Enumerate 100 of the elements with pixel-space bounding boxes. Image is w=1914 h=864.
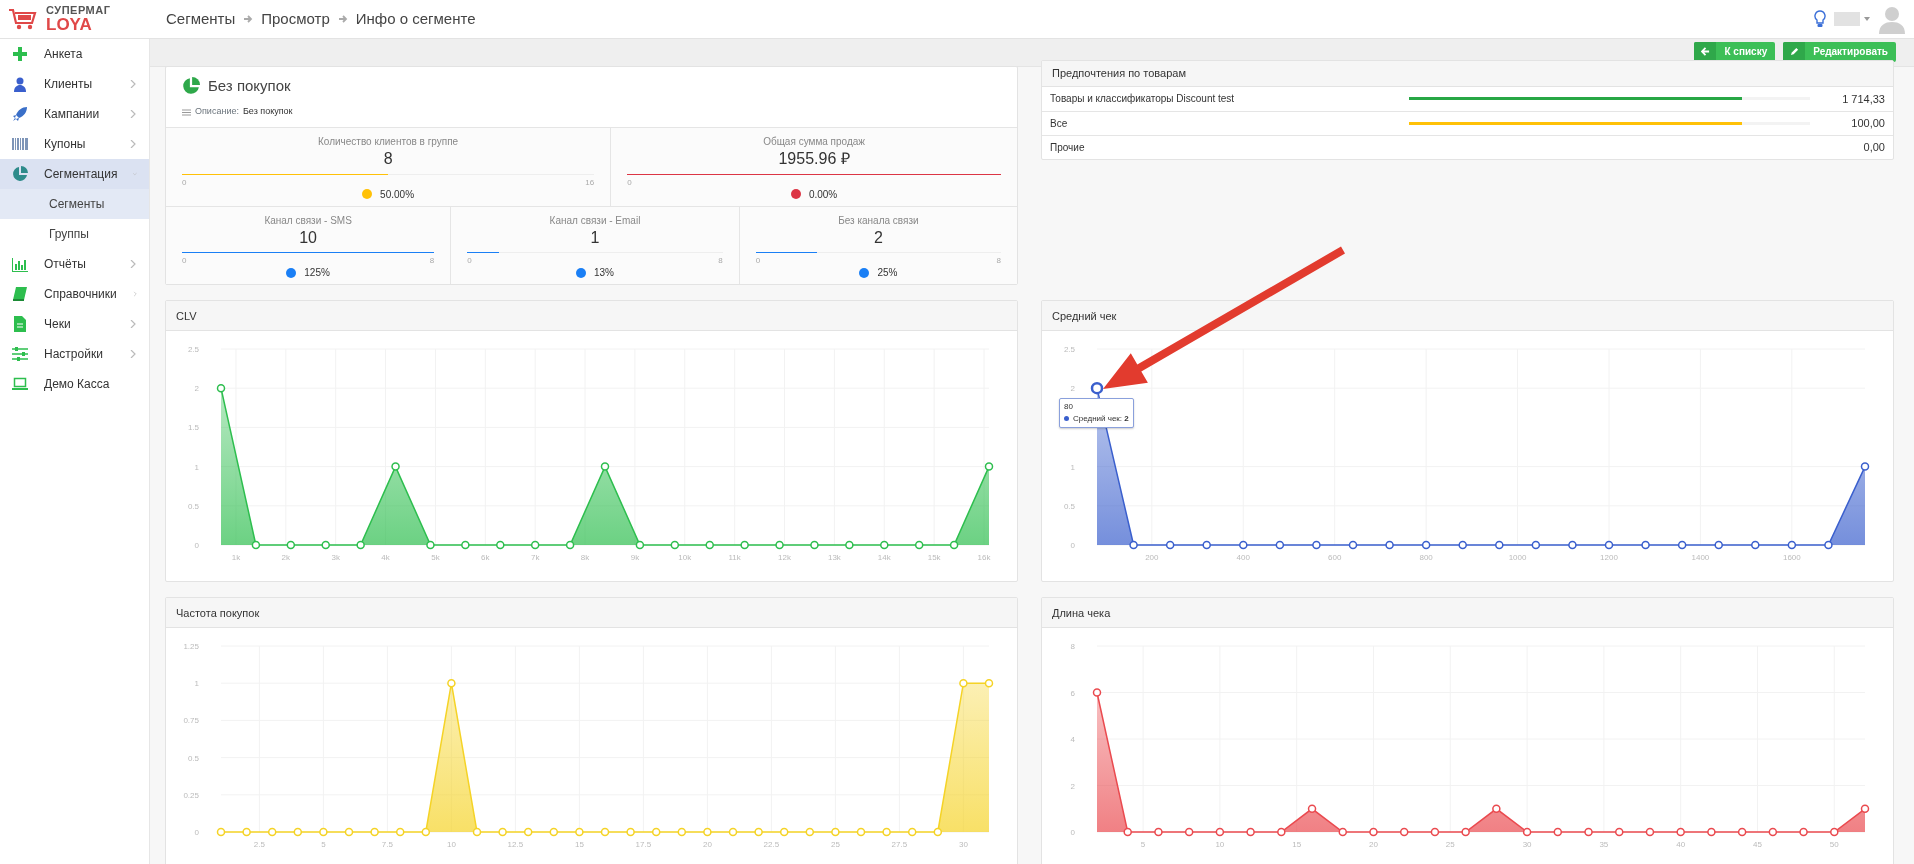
data-point[interactable] bbox=[1092, 688, 1102, 698]
data-point[interactable] bbox=[1787, 541, 1797, 550]
data-point[interactable] bbox=[496, 541, 505, 550]
product-value: 0,00 bbox=[1863, 140, 1885, 155]
data-point[interactable] bbox=[1676, 828, 1685, 837]
data-point[interactable] bbox=[1860, 804, 1870, 814]
data-point[interactable] bbox=[286, 541, 296, 550]
chevron-right-icon[interactable] bbox=[129, 319, 137, 328]
data-point[interactable] bbox=[949, 541, 959, 550]
data-point[interactable] bbox=[1385, 541, 1394, 550]
data-point[interactable] bbox=[1246, 828, 1255, 837]
data-point[interactable] bbox=[1277, 828, 1286, 837]
sidebar-item[interactable]: Демо Касса bbox=[0, 368, 149, 399]
data-point[interactable] bbox=[1615, 828, 1624, 837]
data-point[interactable] bbox=[1458, 541, 1467, 550]
data-point[interactable] bbox=[740, 541, 749, 550]
data-point[interactable] bbox=[914, 541, 924, 550]
sidebar-item[interactable]: Справочники bbox=[0, 278, 149, 309]
data-point[interactable] bbox=[845, 541, 854, 550]
data-point[interactable] bbox=[1154, 828, 1163, 837]
chevron-right-icon[interactable] bbox=[129, 109, 137, 118]
sidebar-item[interactable]: Настройки bbox=[0, 338, 149, 369]
breadcrumb-link[interactable]: Сегменты bbox=[166, 7, 236, 31]
data-point[interactable] bbox=[1202, 541, 1211, 550]
data-point[interactable] bbox=[1312, 541, 1321, 550]
data-point[interactable] bbox=[1307, 804, 1317, 814]
sidebar-item[interactable]: Сегментация bbox=[0, 158, 149, 189]
data-point[interactable] bbox=[1165, 541, 1175, 550]
chevron-right-icon[interactable] bbox=[129, 259, 137, 268]
data-point[interactable] bbox=[1129, 541, 1138, 550]
sidebar-item[interactable]: Клиенты bbox=[0, 68, 149, 99]
sidebar-item[interactable]: Анкета bbox=[0, 38, 149, 69]
data-point[interactable] bbox=[391, 462, 400, 472]
chevron-right-icon[interactable] bbox=[129, 79, 137, 88]
data-point[interactable] bbox=[1751, 541, 1760, 550]
data-point[interactable] bbox=[1707, 828, 1716, 837]
data-point[interactable] bbox=[775, 541, 784, 550]
sidebar-item[interactable]: Купоны bbox=[0, 128, 149, 159]
data-point[interactable] bbox=[251, 541, 261, 550]
data-point[interactable] bbox=[1348, 541, 1358, 550]
data-point[interactable] bbox=[1584, 828, 1593, 837]
sidebar-item[interactable]: Отчёты bbox=[0, 248, 149, 279]
data-point[interactable] bbox=[1123, 828, 1132, 837]
data-point[interactable] bbox=[530, 541, 540, 550]
data-point[interactable] bbox=[1338, 828, 1347, 837]
sidebar-item[interactable]: Чеки bbox=[0, 308, 149, 339]
data-point[interactable] bbox=[426, 541, 435, 550]
data-point[interactable] bbox=[1737, 828, 1747, 837]
data-point[interactable] bbox=[1184, 828, 1194, 837]
data-point[interactable] bbox=[1531, 541, 1541, 550]
data-point[interactable] bbox=[810, 541, 819, 550]
lightbulb-icon[interactable] bbox=[1814, 9, 1826, 28]
data-point[interactable] bbox=[1553, 828, 1563, 837]
axis-label: 14k bbox=[877, 553, 891, 563]
data-point[interactable] bbox=[1492, 804, 1501, 814]
data-point[interactable] bbox=[1677, 541, 1687, 550]
highlighted-point[interactable] bbox=[1090, 382, 1104, 395]
data-point[interactable] bbox=[1275, 541, 1285, 550]
data-point[interactable] bbox=[216, 384, 226, 393]
data-point[interactable] bbox=[1824, 541, 1833, 550]
data-point[interactable] bbox=[1430, 828, 1440, 837]
data-point[interactable] bbox=[1215, 828, 1225, 837]
data-point[interactable] bbox=[1604, 541, 1614, 550]
chevron-right-icon[interactable] bbox=[129, 139, 137, 148]
data-point[interactable] bbox=[1860, 462, 1870, 472]
sidebar-subitem[interactable]: Сегменты bbox=[0, 188, 149, 219]
data-point[interactable] bbox=[984, 462, 994, 472]
data-point[interactable] bbox=[635, 541, 645, 550]
data-point[interactable] bbox=[1714, 541, 1723, 550]
breadcrumb-link[interactable]: Инфо о сегменте bbox=[355, 7, 476, 31]
data-point[interactable] bbox=[1641, 541, 1650, 550]
caret-icon[interactable] bbox=[1864, 16, 1870, 21]
sidebar-subitem[interactable]: Группы bbox=[0, 218, 149, 249]
chevron-right-icon[interactable] bbox=[132, 289, 137, 298]
data-point[interactable] bbox=[1645, 828, 1655, 837]
sidebar-item[interactable]: Кампании bbox=[0, 98, 149, 129]
data-point[interactable] bbox=[461, 541, 470, 550]
data-point[interactable] bbox=[565, 541, 575, 550]
data-point[interactable] bbox=[1495, 541, 1504, 550]
stat-percent: 50.00% bbox=[380, 187, 415, 202]
data-point[interactable] bbox=[1239, 541, 1248, 550]
data-point[interactable] bbox=[1399, 828, 1409, 837]
chevron-right-icon[interactable] bbox=[129, 349, 137, 358]
data-point[interactable] bbox=[1768, 828, 1778, 837]
data-point[interactable] bbox=[1369, 828, 1378, 837]
data-point[interactable] bbox=[1799, 828, 1808, 837]
data-point[interactable] bbox=[1568, 541, 1577, 550]
data-point[interactable] bbox=[1522, 828, 1532, 837]
data-point[interactable] bbox=[356, 541, 365, 550]
data-point[interactable] bbox=[1830, 828, 1839, 837]
data-point[interactable] bbox=[705, 541, 714, 550]
data-point[interactable] bbox=[321, 541, 330, 550]
data-point[interactable] bbox=[880, 541, 889, 550]
redacted-name[interactable] bbox=[1834, 11, 1860, 26]
data-point[interactable] bbox=[600, 462, 610, 472]
data-point[interactable] bbox=[1461, 828, 1470, 837]
data-point[interactable] bbox=[670, 541, 680, 550]
product-value: 100,00 bbox=[1851, 116, 1885, 131]
data-point[interactable] bbox=[1421, 541, 1431, 550]
breadcrumb-link[interactable]: Просмотр bbox=[261, 7, 330, 31]
